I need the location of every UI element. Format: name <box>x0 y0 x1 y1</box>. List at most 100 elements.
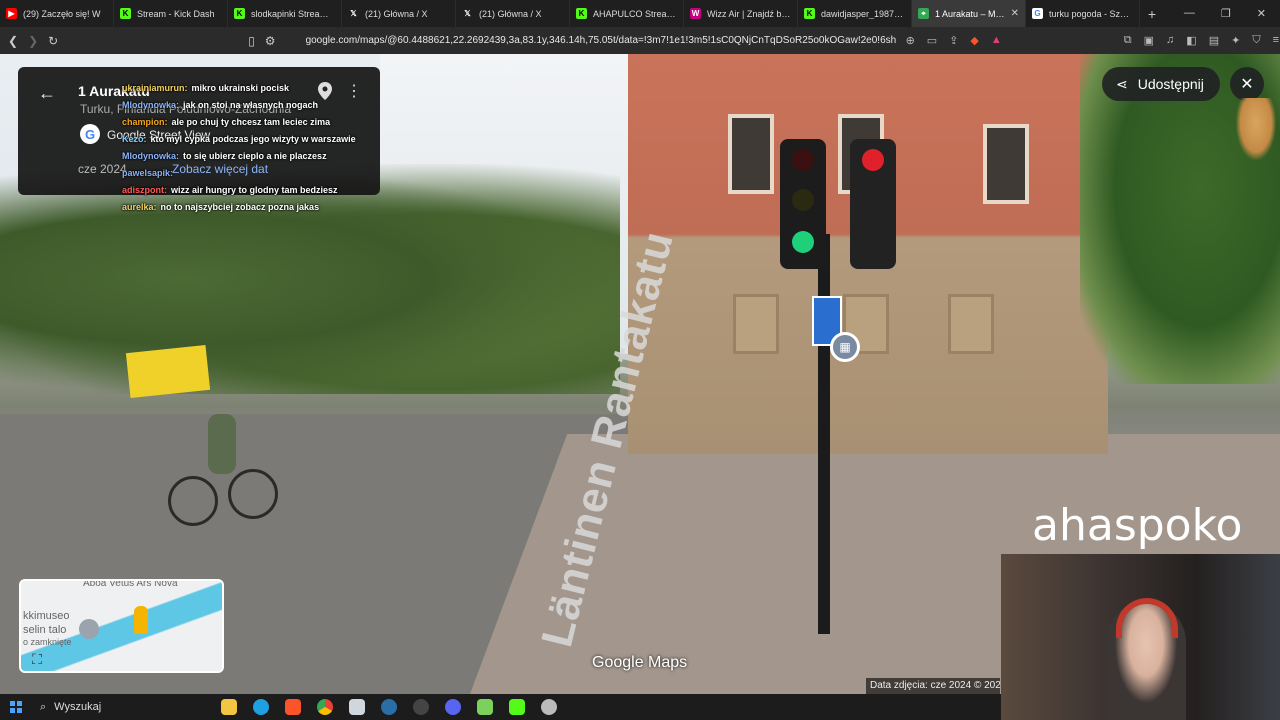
taskbar-search[interactable]: ⌕ Wyszukaj <box>28 696 210 718</box>
chat-user: pawelsapik: <box>122 168 174 178</box>
taskbar: ⌕ Wyszukaj <box>0 694 1001 720</box>
chat-text: kto myl cypka podczas jego wizyty w wars… <box>150 134 356 144</box>
share-label: Udostępnij <box>1137 76 1204 92</box>
chat-text: to się ubierz cieplo a nie placzesz <box>183 151 327 161</box>
youtube-icon: ▶ <box>6 8 17 19</box>
close-street-view-button[interactable]: ✕ <box>1230 67 1264 101</box>
image-credit: Data zdjęcia: cze 2024 © 2024 Google <box>866 678 1000 694</box>
back-icon[interactable]: ❮ <box>8 34 18 48</box>
browser-tab[interactable]: W Wizz Air | Znajdź bezp <box>684 0 798 27</box>
chat-text: no to najszybciej zobacz pozna jakas <box>160 202 320 212</box>
browser-tab-active[interactable]: ⌖ 1 Aurakatu – Map ✕ <box>912 0 1026 27</box>
webcam-overlay <box>1001 554 1280 720</box>
bookmark-icon[interactable]: ▯ <box>248 34 255 48</box>
file-explorer-icon[interactable] <box>216 696 242 718</box>
share-page-icon[interactable]: ⇪ <box>949 34 958 47</box>
browser-tab[interactable]: 𝕏 (21) Główna / X <box>456 0 570 27</box>
chrome-icon[interactable] <box>312 696 338 718</box>
kick-green-icon[interactable] <box>504 696 530 718</box>
headphones <box>1116 598 1178 638</box>
chat-text: ale po chuj ty chcesz tam leciec zima <box>171 117 331 127</box>
back-arrow-icon[interactable]: ← <box>38 83 56 104</box>
obs-icon[interactable] <box>408 696 434 718</box>
reload-icon[interactable]: ↻ <box>48 34 58 48</box>
window <box>948 294 994 354</box>
traffic-light <box>850 139 896 269</box>
zoom-icon[interactable]: ⊕ <box>906 34 915 47</box>
browser-tab[interactable]: K Stream - Kick Dash <box>114 0 228 27</box>
extensions-icon[interactable]: ⧉ <box>1124 34 1132 47</box>
kick-icon: K <box>234 8 245 19</box>
brave-icon[interactable] <box>280 696 306 718</box>
files-icon[interactable] <box>344 696 370 718</box>
google-maps-logo: Google Maps <box>592 654 688 671</box>
share-icon: ⋖ <box>1116 75 1128 92</box>
chat-message: pawelsapik: <box>122 165 402 182</box>
window <box>728 114 774 194</box>
window <box>733 294 779 354</box>
browser-tab[interactable]: Kdawidjasper_1987 - W <box>798 0 912 27</box>
wizz-icon: W <box>690 8 701 19</box>
minimize-icon[interactable]: — <box>1184 7 1195 20</box>
chat-message: adiszpont: wizz air hungry to glodny tam … <box>122 182 402 199</box>
traffic-light <box>780 139 826 269</box>
media-icon[interactable]: ♫ <box>1166 34 1174 47</box>
cyclist <box>168 414 278 534</box>
sidebar-icon[interactable]: ◧ <box>1186 34 1196 47</box>
map-label: o zamknięte <box>23 637 72 647</box>
search-label: Wyszukaj <box>54 701 102 713</box>
kick-app-icon[interactable] <box>472 696 498 718</box>
brave-rewards-icon[interactable]: ▲ <box>991 34 1002 47</box>
steam-icon[interactable] <box>376 696 402 718</box>
stream-watermark: ahaspoko <box>1032 500 1243 551</box>
cast-icon[interactable]: ▭ <box>927 34 937 47</box>
rider <box>208 414 236 474</box>
shield-icon[interactable] <box>536 696 562 718</box>
map-label: kkimuseo <box>23 610 70 622</box>
discord-icon[interactable] <box>440 696 466 718</box>
leo-icon[interactable]: ✦ <box>1231 34 1240 47</box>
edge-icon[interactable] <box>248 696 274 718</box>
pegman-icon <box>134 606 148 634</box>
browser-tab[interactable]: Gturku pogoda - Szuka <box>1026 0 1140 27</box>
browser-tab[interactable]: 𝕏 (21) Główna / X <box>342 0 456 27</box>
chat-user: Mlodynowka: <box>122 151 180 161</box>
browser-tab[interactable]: Kslodkapinki Stream - W <box>228 0 342 27</box>
expand-map-icon[interactable]: ⛶ <box>27 649 47 669</box>
new-tab-button[interactable]: + <box>1140 6 1164 22</box>
maximize-icon[interactable]: ❐ <box>1221 7 1231 20</box>
browser-tab[interactable]: KAHAPULCO Stream - W <box>570 0 684 27</box>
chat-user: Mlodynowka: <box>122 100 180 110</box>
minimap[interactable]: Aboa Vetus Ars Nova kkimuseo selin talo … <box>19 579 224 673</box>
chat-user: champion: <box>122 117 168 127</box>
chat-message: Kezo: kto myl cypka podczas jego wizyty w… <box>122 131 402 148</box>
browser-tab[interactable]: ▶ (29) Zaczęło się! W <box>0 0 114 27</box>
brave-shield-icon[interactable]: ◆ <box>970 34 978 47</box>
share-button[interactable]: ⋖ Udostępnij <box>1102 67 1220 101</box>
chat-message: champion: ale po chuj ty chcesz tam lecie… <box>122 114 402 131</box>
bike-wheel <box>228 469 278 519</box>
url-input[interactable]: google.com/maps/@60.4488621,22.2692439,3… <box>306 35 896 46</box>
chat-user: Kezo: <box>122 134 147 144</box>
forward-icon[interactable]: ❯ <box>28 34 38 48</box>
search-icon: ⌕ <box>40 700 47 713</box>
google-icon: G <box>1032 8 1043 19</box>
vpn-icon[interactable]: ⛉ <box>1252 34 1260 47</box>
lamp <box>792 231 814 253</box>
close-icon: ✕ <box>1240 76 1254 93</box>
kick-icon: K <box>804 8 815 19</box>
windows-start-icon[interactable] <box>10 701 22 713</box>
screen: ▶ (29) Zaczęło się! W K Stream - Kick Dash… <box>0 0 1280 720</box>
site-info-icon[interactable]: ⚙ <box>265 34 276 48</box>
map-label: Aboa Vetus Ars Nova <box>83 579 178 589</box>
menu-icon[interactable]: ≡ <box>1273 34 1279 47</box>
museum-icon[interactable]: ▦ <box>830 332 860 362</box>
close-tab-icon[interactable]: ✕ <box>1011 8 1019 19</box>
close-window-icon[interactable]: ✕ <box>1257 7 1266 20</box>
map-label: selin talo <box>23 624 67 636</box>
traffic-light-pole <box>818 234 830 634</box>
kick-icon: K <box>576 8 587 19</box>
tab-search-icon[interactable]: ▣ <box>1144 34 1154 47</box>
wallet-icon[interactable]: ▤ <box>1209 34 1219 47</box>
chat-text: jak on stoi na własnych nogach <box>183 100 319 110</box>
